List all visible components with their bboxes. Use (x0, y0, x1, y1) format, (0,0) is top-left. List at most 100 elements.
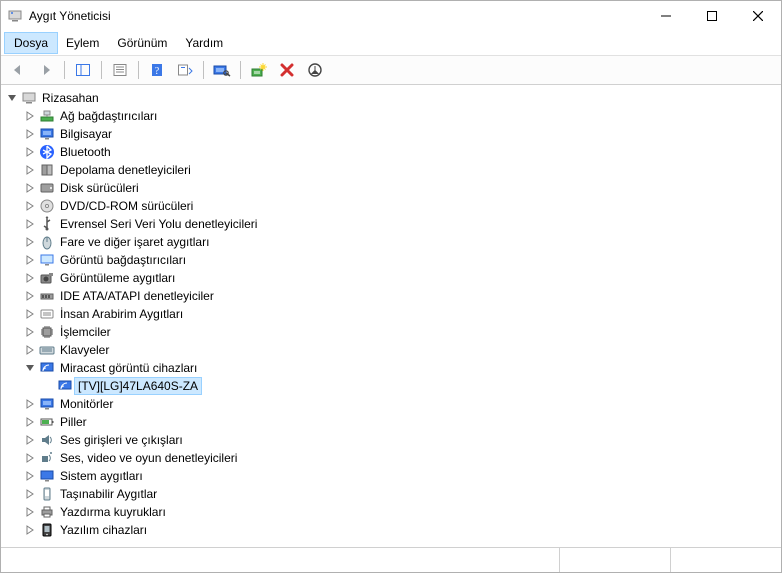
expand-icon[interactable] (23, 181, 37, 195)
expand-icon[interactable] (23, 523, 37, 537)
tree-item-label: Ses, video ve oyun denetleyicileri (57, 450, 240, 466)
device-tree-pane[interactable]: RizasahanAğ bağdaştırıcılarıBilgisayarBl… (1, 85, 781, 547)
tree-item-label: IDE ATA/ATAPI denetleyiciler (57, 288, 217, 304)
processors-icon (39, 324, 55, 340)
back-button[interactable] (5, 58, 31, 82)
maximize-button[interactable] (689, 1, 735, 31)
tree-category-mice-pointing[interactable]: Fare ve diğer işaret aygıtları (23, 233, 781, 251)
keyboards-icon (39, 342, 55, 358)
tree-category-network-adapters[interactable]: Ağ bağdaştırıcıları (23, 107, 781, 125)
system-devices-icon (39, 468, 55, 484)
expand-icon[interactable] (23, 199, 37, 213)
tree-category-audio-inputs-outputs[interactable]: Ses girişleri ve çıkışları (23, 431, 781, 449)
tree-item-label: Görüntü bağdaştırıcıları (57, 252, 189, 268)
mice-pointing-icon (39, 234, 55, 250)
tree-item-label: Bilgisayar (57, 126, 115, 142)
collapse-icon[interactable] (23, 361, 37, 375)
action-button[interactable] (172, 58, 198, 82)
expand-icon[interactable] (23, 271, 37, 285)
uninstall-device-button[interactable] (274, 58, 300, 82)
software-devices-icon (39, 522, 55, 538)
tree-category-imaging-devices[interactable]: Görüntüleme aygıtları (23, 269, 781, 287)
expand-icon[interactable] (23, 451, 37, 465)
tree-category-monitors[interactable]: Monitörler (23, 395, 781, 413)
tree-category-computer[interactable]: Bilgisayar (23, 125, 781, 143)
toolbar-separator (203, 61, 204, 79)
storage-controllers-icon (39, 162, 55, 178)
tree-category-storage-controllers[interactable]: Depolama denetleyicileri (23, 161, 781, 179)
tree-item-label: Yazdırma kuyrukları (57, 504, 169, 520)
scan-hardware-button[interactable] (209, 58, 235, 82)
expand-icon[interactable] (23, 505, 37, 519)
expand-icon[interactable] (23, 109, 37, 123)
tree-category-keyboards[interactable]: Klavyeler (23, 341, 781, 359)
expander-icon[interactable] (5, 91, 19, 105)
window-title: Aygıt Yöneticisi (29, 9, 111, 23)
disk-drives-icon (39, 180, 55, 196)
toolbar-separator (138, 61, 139, 79)
tree-device-miracast-tv[interactable]: [TV][LG]47LA640S-ZA (41, 377, 781, 395)
expand-icon[interactable] (23, 487, 37, 501)
expand-icon[interactable] (23, 343, 37, 357)
status-pane (560, 548, 671, 572)
toolbar-separator (64, 61, 65, 79)
tree-category-usb-controllers[interactable]: Evrensel Seri Veri Yolu denetleyicileri (23, 215, 781, 233)
show-hide-console-tree-button[interactable] (70, 58, 96, 82)
menu-file[interactable]: Dosya (5, 33, 57, 53)
close-button[interactable] (735, 1, 781, 31)
tree-category-disk-drives[interactable]: Disk sürücüleri (23, 179, 781, 197)
toolbar: ? (1, 55, 781, 85)
tree-root-label: Rizasahan (39, 90, 102, 106)
monitors-icon (39, 396, 55, 412)
expand-icon[interactable] (23, 253, 37, 267)
audio-inputs-outputs-icon (39, 432, 55, 448)
add-legacy-hardware-button[interactable] (246, 58, 272, 82)
tree-category-system-devices[interactable]: Sistem aygıtları (23, 467, 781, 485)
tree-item-label: Miracast görüntü cihazları (57, 360, 200, 376)
expand-icon[interactable] (23, 469, 37, 483)
titlebar: Aygıt Yöneticisi (1, 1, 781, 31)
expand-icon[interactable] (23, 235, 37, 249)
menu-view[interactable]: Görünüm (108, 33, 176, 53)
tree-category-processors[interactable]: İşlemciler (23, 323, 781, 341)
help-button[interactable]: ? (144, 58, 170, 82)
forward-button[interactable] (33, 58, 59, 82)
tree-category-batteries[interactable]: Piller (23, 413, 781, 431)
expand-icon[interactable] (23, 325, 37, 339)
tree-category-bluetooth[interactable]: Bluetooth (23, 143, 781, 161)
display-adapters-icon (39, 252, 55, 268)
properties-button[interactable] (107, 58, 133, 82)
tree-category-portable-devices[interactable]: Taşınabilir Aygıtlar (23, 485, 781, 503)
usb-controllers-icon (39, 216, 55, 232)
tree-item-label: Fare ve diğer işaret aygıtları (57, 234, 212, 250)
tree-category-human-interface-devices[interactable]: İnsan Arabirim Aygıtları (23, 305, 781, 323)
expand-icon[interactable] (23, 397, 37, 411)
tree-category-print-queues[interactable]: Yazdırma kuyrukları (23, 503, 781, 521)
menu-action[interactable]: Eylem (57, 33, 108, 53)
expand-icon[interactable] (23, 307, 37, 321)
tree-item-label: Disk sürücüleri (57, 180, 142, 196)
tree-item-label: İşlemciler (57, 324, 114, 340)
minimize-button[interactable] (643, 1, 689, 31)
expand-icon[interactable] (23, 433, 37, 447)
update-driver-button[interactable] (302, 58, 328, 82)
tree-category-sound-video-game-controllers[interactable]: Ses, video ve oyun denetleyicileri (23, 449, 781, 467)
expand-icon[interactable] (23, 127, 37, 141)
computer-icon (39, 126, 55, 142)
menubar: Dosya Eylem Görünüm Yardım (1, 31, 781, 55)
tree-category-ide-ata-atapi[interactable]: IDE ATA/ATAPI denetleyiciler (23, 287, 781, 305)
app-icon (7, 8, 23, 24)
tree-category-dvd-cd-rom-drives[interactable]: DVD/CD-ROM sürücüleri (23, 197, 781, 215)
tree-category-display-adapters[interactable]: Görüntü bağdaştırıcıları (23, 251, 781, 269)
expand-icon[interactable] (23, 145, 37, 159)
expand-icon[interactable] (23, 163, 37, 177)
menu-help[interactable]: Yardım (176, 33, 232, 53)
tree-root[interactable]: Rizasahan (5, 89, 781, 107)
expand-icon[interactable] (23, 415, 37, 429)
expand-icon[interactable] (23, 217, 37, 231)
expand-icon[interactable] (23, 289, 37, 303)
tree-item-label: Yazılım cihazları (57, 522, 150, 538)
tree-category-software-devices[interactable]: Yazılım cihazları (23, 521, 781, 539)
tree-category-miracast-displays[interactable]: Miracast görüntü cihazları (23, 359, 781, 377)
tree-item-label: Görüntüleme aygıtları (57, 270, 178, 286)
